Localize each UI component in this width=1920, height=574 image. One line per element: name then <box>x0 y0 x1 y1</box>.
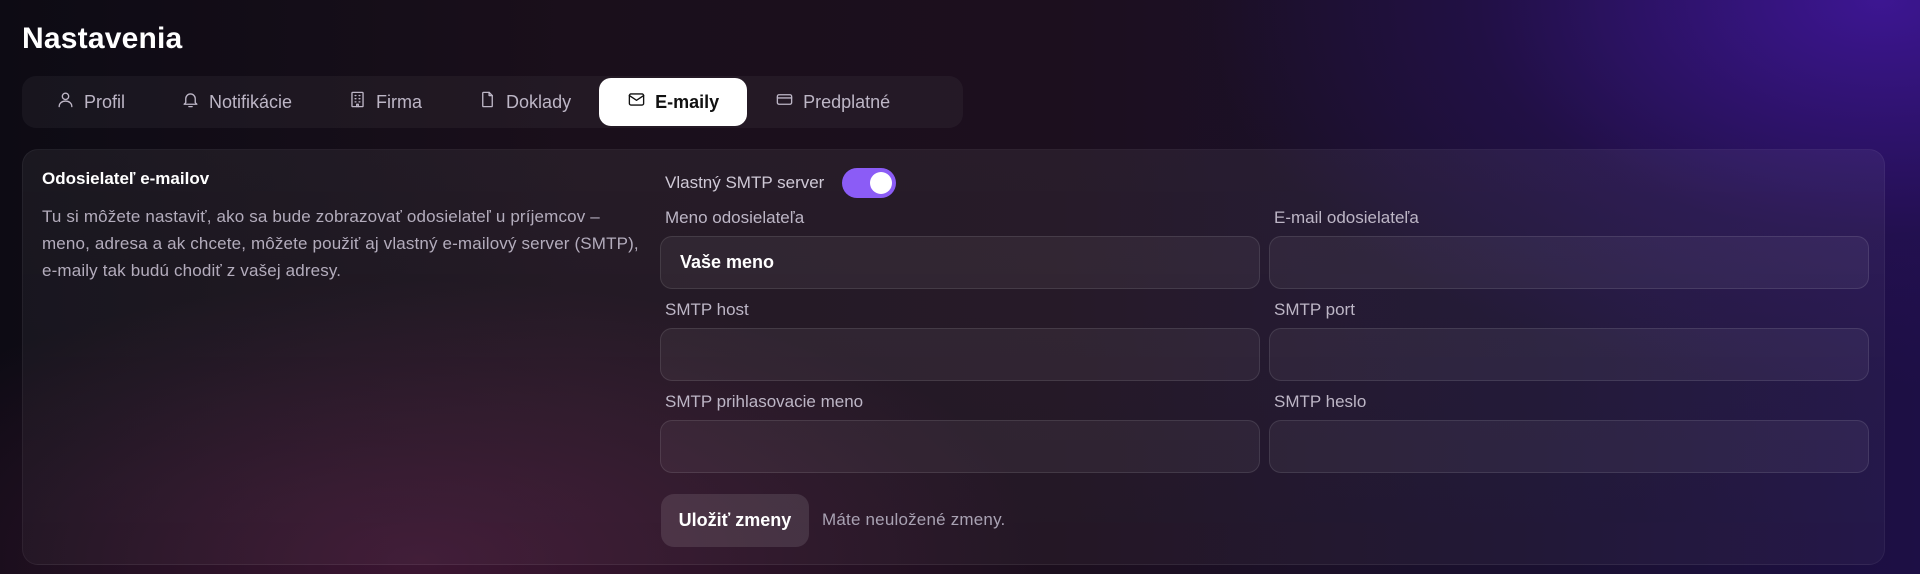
tab-profil[interactable]: Profil <box>26 78 153 126</box>
sender-name-label: Meno odosielateľa <box>665 208 805 227</box>
document-icon <box>478 90 497 114</box>
page-title: Nastavenia <box>22 22 183 55</box>
smtp-password-label: SMTP heslo <box>1274 392 1367 411</box>
smtp-host-label: SMTP host <box>665 300 749 319</box>
tab-doklady[interactable]: Doklady <box>450 78 599 126</box>
tab-label: Profil <box>84 91 126 112</box>
section-title: Odosielateľ e-mailov <box>42 169 210 188</box>
tab-notifikacie[interactable]: Notifikácie <box>153 78 320 126</box>
sender-email-input[interactable] <box>1269 236 1869 289</box>
tab-predplatne[interactable]: Predplatné <box>747 78 918 126</box>
smtp-port-input[interactable] <box>1269 328 1869 381</box>
smtp-port-label: SMTP port <box>1274 300 1355 319</box>
smtp-toggle[interactable] <box>842 168 897 198</box>
toggle-knob <box>870 172 893 194</box>
tab-e-maily[interactable]: E-maily <box>599 78 748 126</box>
smtp-host-input[interactable] <box>660 328 1260 381</box>
smtp-toggle-row: Vlastný SMTP server <box>665 168 897 198</box>
smtp-password-input[interactable] <box>1269 420 1869 473</box>
credit-card-icon <box>775 90 794 114</box>
building-icon <box>348 90 367 114</box>
user-icon <box>56 90 75 114</box>
tab-label: Notifikácie <box>209 91 293 112</box>
unsaved-changes-text: Máte neuložené zmeny. <box>822 510 1006 529</box>
tab-label: Predplatné <box>803 91 891 112</box>
email-settings-panel: Odosielateľ e-mailov Tu si môžete nastav… <box>22 149 1885 565</box>
tab-firma[interactable]: Firma <box>320 78 450 126</box>
smtp-toggle-label: Vlastný SMTP server <box>665 173 825 192</box>
smtp-user-label: SMTP prihlasovacie meno <box>665 392 864 411</box>
tab-label: E-maily <box>655 91 720 112</box>
sender-email-label: E-mail odosielateľa <box>1274 208 1419 227</box>
tab-label: Firma <box>376 91 423 112</box>
section-description: Tu si môžete nastaviť, ako sa bude zobra… <box>42 207 639 280</box>
tab-label: Doklady <box>506 91 572 112</box>
smtp-user-input[interactable] <box>660 420 1260 473</box>
sender-name-input[interactable]: Vaše meno <box>660 236 1260 289</box>
mail-icon <box>627 90 646 114</box>
settings-tabs: Profil Notifikácie Firma Doklady E-maily… <box>22 76 963 128</box>
bell-icon <box>181 90 200 114</box>
save-button[interactable]: Uložiť zmeny <box>661 494 809 547</box>
